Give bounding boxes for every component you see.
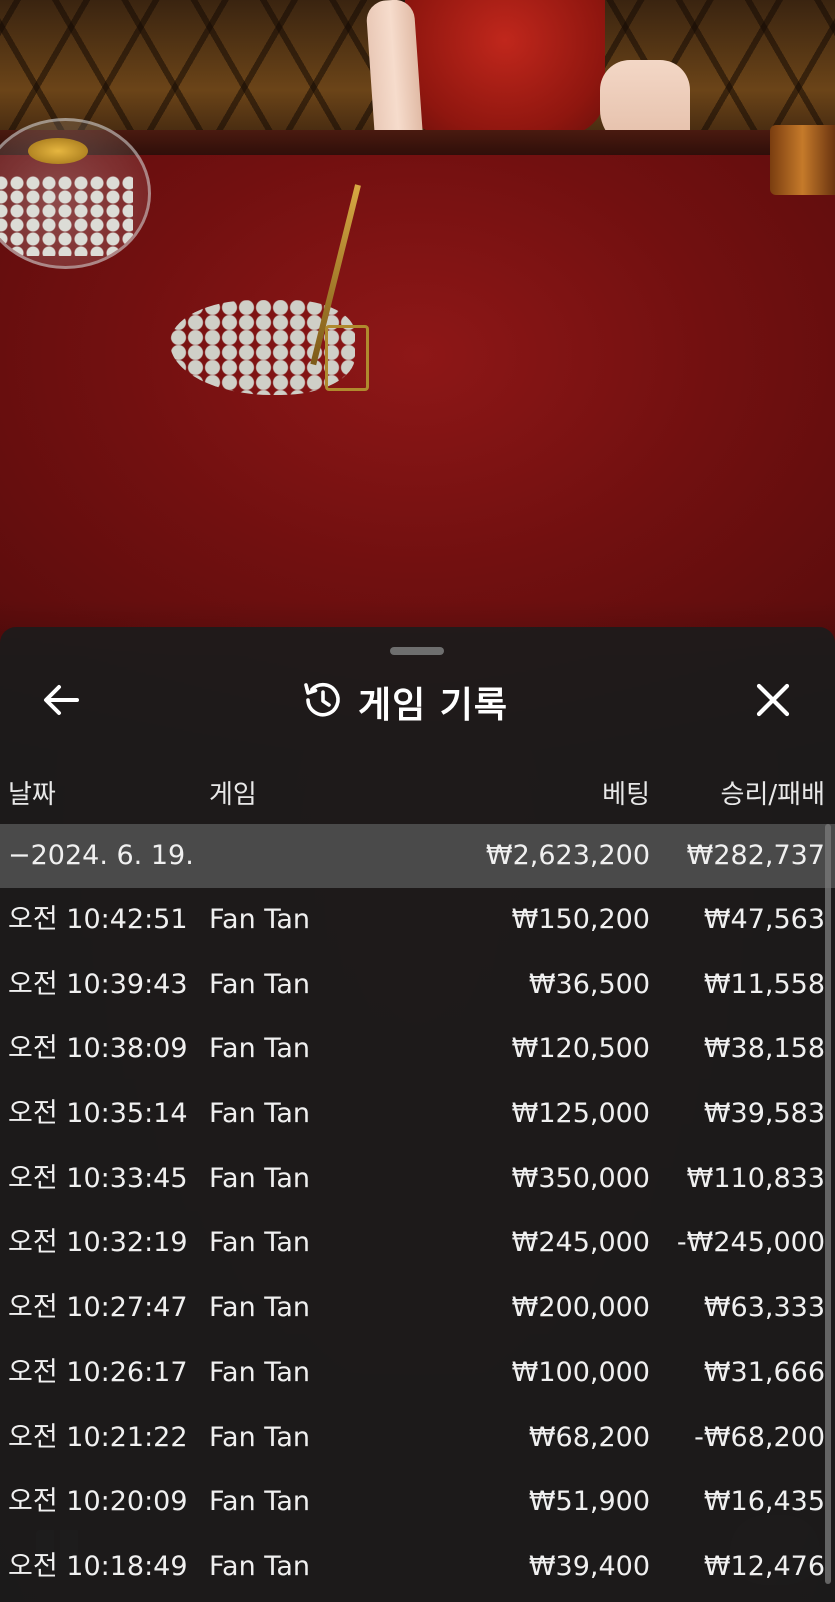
row-bet: ₩39,400 bbox=[528, 1550, 650, 1582]
date-group-label: −2024. 6. 19. bbox=[8, 840, 194, 871]
table-row[interactable]: 오전 10:21:22 Fan Tan ₩68,200 -₩68,200 bbox=[0, 1406, 835, 1471]
row-result: -₩68,200 bbox=[694, 1421, 825, 1453]
arrow-left-icon bbox=[41, 682, 81, 722]
bowl-knob bbox=[28, 138, 88, 164]
row-bet: ₩350,000 bbox=[511, 1162, 650, 1194]
row-time: 오전 10:33:45 bbox=[8, 1162, 188, 1194]
date-group-result-total: ₩282,737 bbox=[686, 840, 825, 871]
row-game: Fan Tan bbox=[209, 968, 310, 1000]
column-header-game[interactable]: 게임 bbox=[209, 775, 257, 815]
row-game: Fan Tan bbox=[209, 1227, 310, 1259]
row-game: Fan Tan bbox=[209, 1486, 310, 1518]
row-result: ₩16,435 bbox=[703, 1486, 825, 1518]
table-row[interactable]: 오전 10:33:45 Fan Tan ₩350,000 ₩110,833 bbox=[0, 1147, 835, 1212]
dealer-dress bbox=[405, 0, 605, 135]
game-history-sheet: 게임 기록 날짜 게임 베팅 승리/패배 −2024. 6. 19. ₩2,62… bbox=[0, 627, 835, 1602]
row-time: 오전 10:35:14 bbox=[8, 1098, 188, 1130]
history-clock-icon bbox=[300, 678, 344, 726]
row-bet: ₩245,000 bbox=[511, 1227, 650, 1259]
row-bet: ₩36,500 bbox=[528, 968, 650, 1000]
row-result: ₩31,666 bbox=[703, 1356, 825, 1388]
row-result: ₩11,558 bbox=[703, 968, 825, 1000]
row-bet: ₩51,900 bbox=[528, 1486, 650, 1518]
row-result: ₩38,158 bbox=[703, 1033, 825, 1065]
sheet-title: 게임 기록 bbox=[358, 685, 509, 726]
row-game: Fan Tan bbox=[209, 1162, 310, 1194]
close-button[interactable] bbox=[748, 677, 798, 727]
row-time: 오전 10:27:47 bbox=[8, 1292, 188, 1324]
row-time: 오전 10:18:49 bbox=[8, 1550, 188, 1582]
row-game: Fan Tan bbox=[209, 1292, 310, 1324]
table-row[interactable]: 오전 10:32:19 Fan Tan ₩245,000 -₩245,000 bbox=[0, 1211, 835, 1276]
brass-cup bbox=[770, 125, 835, 195]
row-bet: ₩68,200 bbox=[528, 1421, 650, 1453]
row-bet: ₩200,000 bbox=[511, 1292, 650, 1324]
table-row[interactable]: 오전 10:39:43 Fan Tan ₩36,500 ₩11,558 bbox=[0, 953, 835, 1018]
table-row[interactable]: 오전 10:26:17 Fan Tan ₩100,000 ₩31,666 bbox=[0, 1341, 835, 1406]
row-game: Fan Tan bbox=[209, 904, 310, 935]
row-result: ₩12,476 bbox=[703, 1550, 825, 1582]
column-header-result[interactable]: 승리/패배 bbox=[721, 775, 825, 815]
table-row[interactable]: 오전 10:18:49 Fan Tan ₩39,400 ₩12,476 bbox=[0, 1535, 835, 1600]
row-game: Fan Tan bbox=[209, 1098, 310, 1130]
row-time: 오전 10:32:19 bbox=[8, 1227, 188, 1259]
row-time: 오전 10:20:09 bbox=[8, 1486, 188, 1518]
table-row[interactable]: 오전 10:38:09 Fan Tan ₩120,500 ₩38,158 bbox=[0, 1017, 835, 1082]
table-row[interactable]: 오전 10:42:51 Fan Tan ₩150,200 ₩47,563 bbox=[0, 888, 835, 953]
bowl-beads bbox=[0, 176, 133, 256]
row-result: ₩47,563 bbox=[703, 904, 825, 935]
row-game: Fan Tan bbox=[209, 1421, 310, 1453]
sheet-title-group: 게임 기록 bbox=[300, 675, 580, 729]
table-scrollbar[interactable] bbox=[825, 824, 831, 1584]
row-result: ₩39,583 bbox=[703, 1098, 825, 1130]
row-time: 오전 10:38:09 bbox=[8, 1033, 188, 1065]
row-bet: ₩120,500 bbox=[511, 1033, 650, 1065]
row-time: 오전 10:26:17 bbox=[8, 1356, 188, 1388]
sheet-header: 게임 기록 bbox=[0, 655, 835, 745]
row-result: ₩63,333 bbox=[703, 1292, 825, 1324]
row-bet: ₩150,200 bbox=[511, 904, 650, 935]
row-time: 오전 10:39:43 bbox=[8, 968, 188, 1000]
row-game: Fan Tan bbox=[209, 1550, 310, 1582]
table-row[interactable]: 오전 10:27:47 Fan Tan ₩200,000 ₩63,333 bbox=[0, 1276, 835, 1341]
dealer-stick-tip bbox=[325, 325, 369, 391]
row-bet: ₩125,000 bbox=[511, 1098, 650, 1130]
row-bet: ₩100,000 bbox=[511, 1356, 650, 1388]
date-group-bet-total: ₩2,623,200 bbox=[485, 840, 650, 871]
table-row[interactable]: 오전 10:35:14 Fan Tan ₩125,000 ₩39,583 bbox=[0, 1082, 835, 1147]
row-time: 오전 10:42:51 bbox=[8, 904, 188, 935]
close-icon bbox=[754, 681, 792, 723]
table-row[interactable]: 오전 10:20:09 Fan Tan ₩51,900 ₩16,435 bbox=[0, 1470, 835, 1535]
row-result: ₩110,833 bbox=[686, 1162, 825, 1194]
date-group-row[interactable]: −2024. 6. 19. ₩2,623,200 ₩282,737 bbox=[0, 824, 835, 888]
row-game: Fan Tan bbox=[209, 1033, 310, 1065]
row-result: -₩245,000 bbox=[676, 1227, 825, 1259]
column-header-date[interactable]: 날짜 bbox=[8, 775, 56, 815]
sheet-drag-handle[interactable] bbox=[390, 647, 444, 655]
column-header-bet[interactable]: 베팅 bbox=[602, 775, 650, 815]
row-time: 오전 10:21:22 bbox=[8, 1421, 188, 1453]
history-table: −2024. 6. 19. ₩2,623,200 ₩282,737 오전 10:… bbox=[0, 824, 835, 1600]
row-game: Fan Tan bbox=[209, 1356, 310, 1388]
back-button[interactable] bbox=[36, 677, 86, 727]
